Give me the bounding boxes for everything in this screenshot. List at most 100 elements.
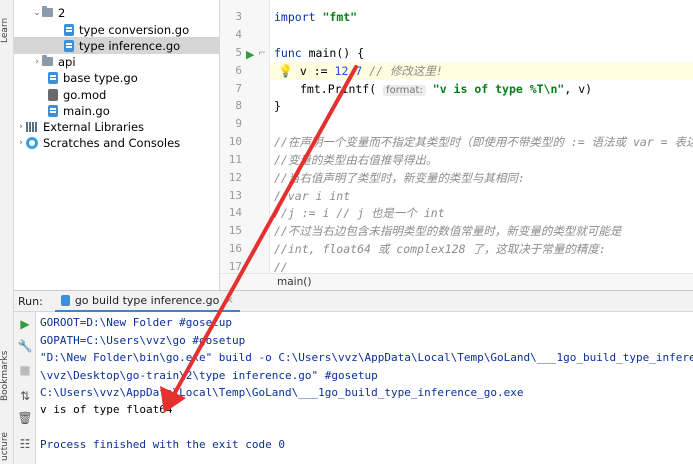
tree-item-label: type conversion.go (79, 22, 190, 37)
code-line-17: // (274, 260, 288, 273)
close-icon[interactable]: × (225, 295, 233, 306)
line-number: 9 (235, 117, 242, 130)
code-text: v := (299, 64, 335, 78)
mod-file-icon (48, 88, 58, 101)
keyword-func: func (274, 46, 302, 60)
run-panel-header: Run: go build type inference.go × (14, 290, 693, 312)
trash-icon[interactable]: 🗑 (17, 410, 33, 426)
code-line-11: //变量的类型由右值推导得出。 (274, 153, 438, 167)
code-text: fmt.Printf( (300, 82, 377, 96)
run-label: Run: (18, 294, 43, 308)
code-line-14: //j := i // j 也是一个 int (274, 206, 445, 220)
console-line: Process finished with the exit code 0 (40, 438, 286, 451)
line-number: 7 (235, 82, 242, 95)
tree-item-type-inference[interactable]: type inference.go (14, 37, 219, 54)
tree-item-scratches[interactable]: › Scratches and Consoles (14, 134, 219, 151)
tree-item-base-type[interactable]: base type.go (14, 69, 219, 86)
layout-icon[interactable]: ☷ (17, 436, 33, 452)
sort-icon[interactable]: ⇅ (17, 388, 33, 404)
stop-icon[interactable]: ■ (17, 362, 33, 378)
line-number: 16 (228, 242, 242, 255)
number-literal: 12.7 (334, 64, 363, 78)
breadcrumb-bar: main() (220, 273, 693, 290)
code-line-6: 💡 v := 12.7 // 修改这里! (278, 62, 443, 80)
code-line-5: func main() { (274, 44, 364, 62)
chevron-right-icon[interactable]: › (16, 138, 26, 148)
tree-item-main-go[interactable]: main.go (14, 102, 219, 119)
code-comment: // 修改这里! (362, 64, 443, 78)
line-number: 15 (228, 224, 242, 237)
chevron-right-icon[interactable]: › (16, 122, 26, 132)
line-number: 4 (235, 28, 242, 41)
code-text: , v) (564, 82, 593, 96)
tree-item-label: External Libraries (43, 119, 145, 134)
line-number: 3 (235, 10, 242, 23)
parameter-hint: format: (383, 85, 426, 96)
chevron-down-icon[interactable]: ⌄ (32, 8, 42, 18)
go-file-icon (48, 104, 58, 117)
rerun-icon[interactable]: ▶ (17, 316, 33, 332)
run-config-tab[interactable]: go build type inference.go × (54, 290, 240, 312)
console-line: \vvz\Desktop\go-train\2\type inference.g… (40, 369, 378, 382)
folder-icon (42, 55, 53, 66)
go-file-icon (60, 294, 70, 306)
tree-item-label: go.mod (63, 87, 107, 102)
fold-icon[interactable]: ⌐ (258, 48, 266, 59)
line-number: 12 (228, 171, 242, 184)
code-text: main() { (301, 46, 365, 60)
library-icon (26, 121, 38, 132)
go-file-icon (64, 39, 74, 52)
tree-item-label: type inference.go (79, 38, 181, 53)
console-line: v is of type float64 (40, 403, 173, 416)
code-text: } (274, 99, 281, 113)
tree-item-label: base type.go (63, 70, 138, 85)
lightbulb-icon[interactable]: 💡 (278, 64, 293, 78)
line-number: 14 (228, 206, 242, 219)
wrench-icon[interactable]: 🔧 (17, 338, 33, 354)
go-file-icon (48, 71, 58, 84)
console-line: GOROOT=D:\New Folder #gosetup (40, 316, 233, 329)
tree-item-type-conversion[interactable]: type conversion.go (14, 21, 219, 38)
tree-item-label: Scratches and Consoles (43, 135, 181, 150)
line-number: 8 (235, 99, 242, 112)
run-toolbar: ▶ 🔧 ■ ⇅ 🗑 ☷ (14, 312, 36, 464)
code-editor[interactable]: import "fmt" func main() { 💡 v := 12.7 /… (270, 0, 693, 273)
tree-item-external-libraries[interactable]: › External Libraries (14, 118, 219, 135)
line-number: 6 (235, 64, 242, 77)
console-output[interactable]: GOROOT=D:\New Folder #gosetup GOPATH=C:\… (36, 312, 693, 464)
tree-item-folder-api[interactable]: › api (14, 53, 219, 70)
structure-tab[interactable]: ucture (0, 430, 14, 464)
code-line-8: } (274, 97, 281, 115)
go-file-icon (64, 23, 74, 36)
string-literal: "v is of type %T\n" (432, 82, 565, 96)
code-line-16: //int, float64 或 complex128 了，这取决于常量的精度: (274, 242, 606, 256)
folder-icon (42, 6, 53, 17)
run-tab-label: go build type inference.go (74, 293, 220, 307)
line-number: 11 (228, 153, 242, 166)
string-literal: "fmt" (322, 10, 358, 24)
left-tool-strip: Learn Bookmarks ucture (0, 0, 14, 464)
learn-tab[interactable]: Learn (0, 10, 14, 50)
line-number: 13 (228, 189, 242, 202)
code-line-10: //在声明一个变量而不指定其类型时（即使用不带类型的 := 语法或 var = … (274, 135, 693, 149)
tree-item-label: api (58, 54, 76, 69)
tree-item-go-mod[interactable]: go.mod (14, 86, 219, 103)
console-line: GOPATH=C:\Users\vvz\go #gosetup (40, 334, 246, 347)
project-tree: ⌄ 2 type conversion.go type inference.go… (14, 0, 220, 290)
code-line-12: //当右值声明了类型时，新变量的类型与其相同: (274, 171, 525, 185)
tree-item-label: 2 (58, 5, 66, 20)
code-line-15: //不过当右边包含未指明类型的数值常量时，新变量的类型就可能是 (274, 224, 622, 238)
tree-item-label: main.go (63, 103, 110, 118)
console-line: C:\Users\vvz\AppData\Local\Temp\GoLand\_… (40, 386, 524, 399)
chevron-right-icon[interactable]: › (32, 57, 42, 67)
run-gutter-icon[interactable]: ▶ (246, 48, 254, 61)
tree-item-folder-2[interactable]: ⌄ 2 (14, 4, 219, 21)
editor-gutter: 3 4 5 6 7 8 9 10 11 12 13 14 15 16 17 ▶ … (220, 0, 270, 273)
scratches-icon (26, 136, 38, 149)
line-number: 5 (235, 46, 242, 59)
line-number: 17 (228, 260, 242, 273)
line-number: 10 (228, 135, 242, 148)
console-line: "D:\New Folder\bin\go.exe" build -o C:\U… (40, 351, 693, 364)
bookmarks-tab[interactable]: Bookmarks (0, 345, 14, 407)
breadcrumb[interactable]: main() (277, 276, 311, 288)
